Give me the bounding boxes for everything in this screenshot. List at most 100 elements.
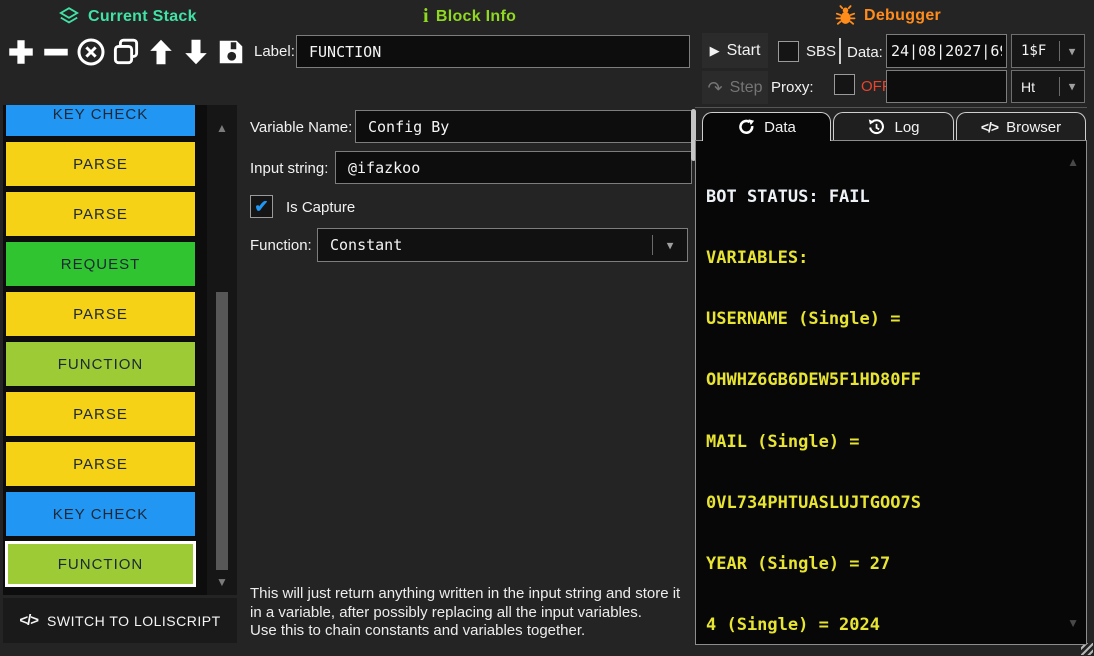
- stack-scrollbar[interactable]: ▲ ▼: [207, 105, 237, 595]
- info-icon: i: [423, 5, 429, 28]
- stack-toolbar: [4, 32, 248, 72]
- variable-name-label: Variable Name:: [250, 119, 352, 136]
- block-info-title: Block Info: [436, 8, 516, 26]
- stack-block-parse[interactable]: PARSE: [5, 191, 196, 237]
- move-down-button[interactable]: [179, 32, 213, 72]
- proxy-type-dropdown[interactable]: Ht ▼: [1011, 70, 1085, 103]
- chevron-down-icon: ▼: [1060, 80, 1084, 93]
- move-up-button[interactable]: [144, 32, 178, 72]
- console-line: VARIABLES:: [706, 248, 1060, 268]
- checkmark-icon: ✔: [254, 197, 268, 217]
- proxy-checkbox[interactable]: [834, 74, 855, 95]
- description-line: in a variable, after possibly replacing …: [250, 604, 696, 623]
- stack-block-function-selected[interactable]: FUNCTION: [5, 541, 196, 587]
- switch-button-label: SWITCH TO LOLISCRIPT: [47, 613, 221, 629]
- block-label: REQUEST: [61, 256, 141, 273]
- input-string-label: Input string:: [250, 160, 328, 177]
- console-line: 4 (Single) = 2024: [706, 615, 1060, 635]
- console-line: MAIL (Single) =: [706, 432, 1060, 452]
- block-description: This will just return anything written i…: [250, 585, 696, 641]
- tab-log-label: Log: [894, 119, 919, 136]
- description-line: Use this to chain constants and variable…: [250, 622, 696, 641]
- scrollbar-thumb[interactable]: [216, 292, 228, 570]
- console-line: BOT STATUS: FAIL: [706, 187, 1060, 207]
- label-input[interactable]: [296, 35, 690, 68]
- proxy-type-value: Ht: [1012, 79, 1059, 95]
- console-scroll-down-icon[interactable]: ▼: [1067, 616, 1079, 630]
- x-circle-icon: [76, 37, 106, 67]
- clear-stack-button[interactable]: [74, 32, 108, 72]
- console-line: YEAR (Single) = 27: [706, 554, 1060, 574]
- add-block-button[interactable]: [4, 32, 38, 72]
- start-button-label: Start: [727, 42, 761, 60]
- tab-browser-label: Browser: [1006, 119, 1061, 136]
- block-label: FUNCTION: [58, 356, 144, 373]
- debugger-console: BOT STATUS: FAIL VARIABLES: USERNAME (Si…: [695, 140, 1087, 645]
- stack-layers-icon: [57, 5, 81, 29]
- stack-block-parse[interactable]: PARSE: [5, 441, 196, 487]
- is-capture-label: Is Capture: [286, 199, 355, 216]
- scroll-down-icon[interactable]: ▼: [207, 575, 237, 589]
- code-icon: </>: [19, 612, 38, 629]
- wordlist-type-value: 1$F: [1012, 43, 1059, 59]
- arrow-down-icon: [181, 37, 211, 67]
- code-icon: </>: [981, 119, 998, 135]
- proxy-input[interactable]: [886, 70, 1007, 103]
- current-stack-header: Current Stack: [57, 5, 197, 29]
- history-icon: [867, 118, 886, 137]
- bug-icon: [834, 4, 857, 27]
- scroll-up-icon[interactable]: ▲: [207, 121, 237, 135]
- arrow-up-icon: [146, 37, 176, 67]
- stack-block-parse[interactable]: PARSE: [5, 391, 196, 437]
- tab-log[interactable]: Log: [833, 112, 954, 141]
- chevron-down-icon: ▼: [1060, 45, 1084, 58]
- tab-data-label: Data: [764, 119, 796, 136]
- data-field-label: Data:: [847, 44, 883, 61]
- console-scroll-up-icon[interactable]: ▲: [1067, 155, 1079, 169]
- switch-to-loliscript-button[interactable]: </> SWITCH TO LOLISCRIPT: [3, 598, 237, 643]
- stack-block-keycheck[interactable]: KEY CHECK: [5, 491, 196, 537]
- stack-block-request[interactable]: REQUEST: [5, 241, 196, 287]
- console-line: OHWHZ6GB6DEW5F1HD80FF: [706, 370, 1060, 390]
- refresh-icon: [737, 118, 756, 137]
- remove-block-button[interactable]: [39, 32, 73, 72]
- block-label: PARSE: [73, 306, 128, 323]
- is-capture-checkbox[interactable]: ✔: [250, 195, 273, 218]
- function-dropdown[interactable]: Constant ▼: [317, 228, 688, 262]
- chevron-down-icon: ▼: [653, 239, 687, 252]
- wordlist-type-dropdown[interactable]: 1$F ▼: [1011, 34, 1085, 68]
- stack-block-parse[interactable]: PARSE: [5, 141, 196, 187]
- variable-name-input[interactable]: [355, 110, 692, 143]
- description-line: This will just return anything written i…: [250, 585, 696, 604]
- block-info-header: i Block Info: [423, 5, 516, 28]
- data-input[interactable]: [886, 34, 1007, 68]
- duplicate-block-button[interactable]: [109, 32, 143, 72]
- step-arrow-icon: ↷: [707, 79, 722, 97]
- step-button[interactable]: ↷ Step: [702, 71, 768, 104]
- block-label: PARSE: [73, 156, 128, 173]
- label-field-label: Label:: [254, 43, 295, 60]
- console-output: BOT STATUS: FAIL VARIABLES: USERNAME (Si…: [706, 146, 1060, 656]
- stack-block-parse[interactable]: PARSE: [5, 291, 196, 337]
- input-string-input[interactable]: [335, 151, 692, 184]
- plus-icon: [6, 37, 36, 67]
- block-label: PARSE: [73, 456, 128, 473]
- step-button-label: Step: [730, 79, 763, 97]
- sbs-label: SBS: [806, 43, 836, 60]
- sbs-checkbox[interactable]: [778, 41, 799, 62]
- stack-block-function[interactable]: FUNCTION: [5, 341, 196, 387]
- save-icon: [216, 37, 246, 67]
- tab-data[interactable]: Data: [702, 112, 831, 141]
- debugger-header: Debugger: [834, 4, 941, 27]
- copy-icon: [111, 37, 141, 67]
- start-button[interactable]: ▶ Start: [702, 33, 768, 68]
- debugger-title: Debugger: [864, 7, 941, 25]
- stack-block-keycheck[interactable]: KEY CHECK: [5, 105, 196, 137]
- tab-browser[interactable]: </> Browser: [956, 112, 1086, 141]
- console-line: 0VL734PHTUASLUJTGOO7S: [706, 493, 1060, 513]
- function-value: Constant: [318, 236, 652, 254]
- save-button[interactable]: [214, 32, 248, 72]
- console-line: USERNAME (Single) =: [706, 309, 1060, 329]
- stacker-window: Current Stack i Block Info Debugger: [0, 0, 1094, 656]
- sbs-data-divider: [839, 38, 841, 64]
